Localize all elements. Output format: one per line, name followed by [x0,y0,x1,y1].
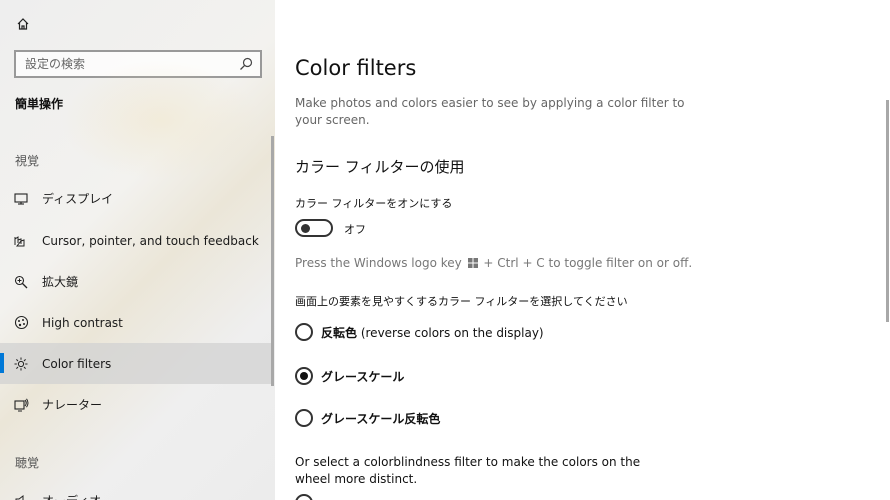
sidebar-item-high-contrast[interactable]: High contrast [0,302,272,343]
main-content: Color filters Make photos and colors eas… [275,0,890,500]
radio-button[interactable] [295,323,313,341]
sidebar: 簡単操作 視覚 ディスプレイ Cursor, pointer, and touc… [0,0,275,500]
radio-button-checked[interactable] [295,367,313,385]
sidebar-item-cursor[interactable]: Cursor, pointer, and touch feedback [0,220,272,261]
narrator-icon [13,397,29,413]
radio-option-invert[interactable]: 反転色 (reverse colors on the display) [295,322,544,342]
sidebar-item-label: Cursor, pointer, and touch feedback [42,233,259,248]
sidebar-item-label: Color filters [42,356,112,371]
search-input[interactable] [16,52,226,76]
choose-filter-label: 画面上の要素を見やすくするカラー フィルターを選択してください [295,295,628,308]
hint-text-after: + Ctrl + C to toggle filter on or off. [483,256,693,270]
radio-option-inverted-grayscale[interactable]: グレースケール反転色 [295,408,440,428]
sidebar-item-audio[interactable]: オーディオ [0,480,272,500]
colorblind-filter-text: Or select a colorblindness filter to mak… [295,455,641,486]
contrast-icon [13,315,29,331]
radio-label: 反転色 (reverse colors on the display) [321,325,544,340]
hint-text-before: Press the Windows logo key [295,256,462,270]
monitor-icon [13,191,29,207]
sidebar-item-label: ディスプレイ [42,192,114,206]
toggle-label: カラー フィルターをオンにする [295,197,453,210]
main-scrollbar[interactable] [886,100,889,322]
sidebar-item-label: High contrast [42,315,123,330]
sidebar-item-label: 拡大鏡 [42,275,79,289]
radio-label: グレースケール [321,369,405,384]
sidebar-item-label: ナレーター [42,398,103,412]
magnifier-icon [13,274,29,290]
radio-button[interactable] [295,409,313,427]
section-heading: カラー フィルターの使用 [295,158,465,176]
pointer-icon [13,233,29,249]
radio-button[interactable] [295,494,313,500]
radio-option-grayscale[interactable]: グレースケール [295,366,404,386]
page-description: Make photos and colors easier to see by … [295,96,685,127]
color-filter-toggle[interactable] [295,219,333,237]
search-icon[interactable] [238,56,254,72]
group-label-hearing: 聴覚 [15,456,40,470]
sidebar-item-magnifier[interactable]: 拡大鏡 [0,261,272,302]
sidebar-scrollbar[interactable] [271,136,274,386]
group-label-vision: 視覚 [15,154,40,168]
section-title: 簡単操作 [15,97,64,111]
windows-logo-icon [467,258,478,268]
toggle-knob [301,224,310,233]
radio-label: グレースケール反転色 [321,411,441,426]
sidebar-item-label: オーディオ [42,492,101,500]
page-title: Color filters [295,56,417,80]
sidebar-item-color-filters[interactable]: Color filters [0,343,272,384]
sidebar-item-display[interactable]: ディスプレイ [0,178,272,219]
search-box[interactable] [14,50,262,78]
sidebar-item-narrator[interactable]: ナレーター [0,384,272,425]
sun-icon [13,356,29,372]
home-icon [17,18,29,30]
shortcut-hint: Press the Windows logo key + Ctrl + C to… [295,256,692,270]
toggle-state-text: オフ [344,223,366,236]
speaker-icon [13,493,29,500]
home-button[interactable] [10,12,36,36]
